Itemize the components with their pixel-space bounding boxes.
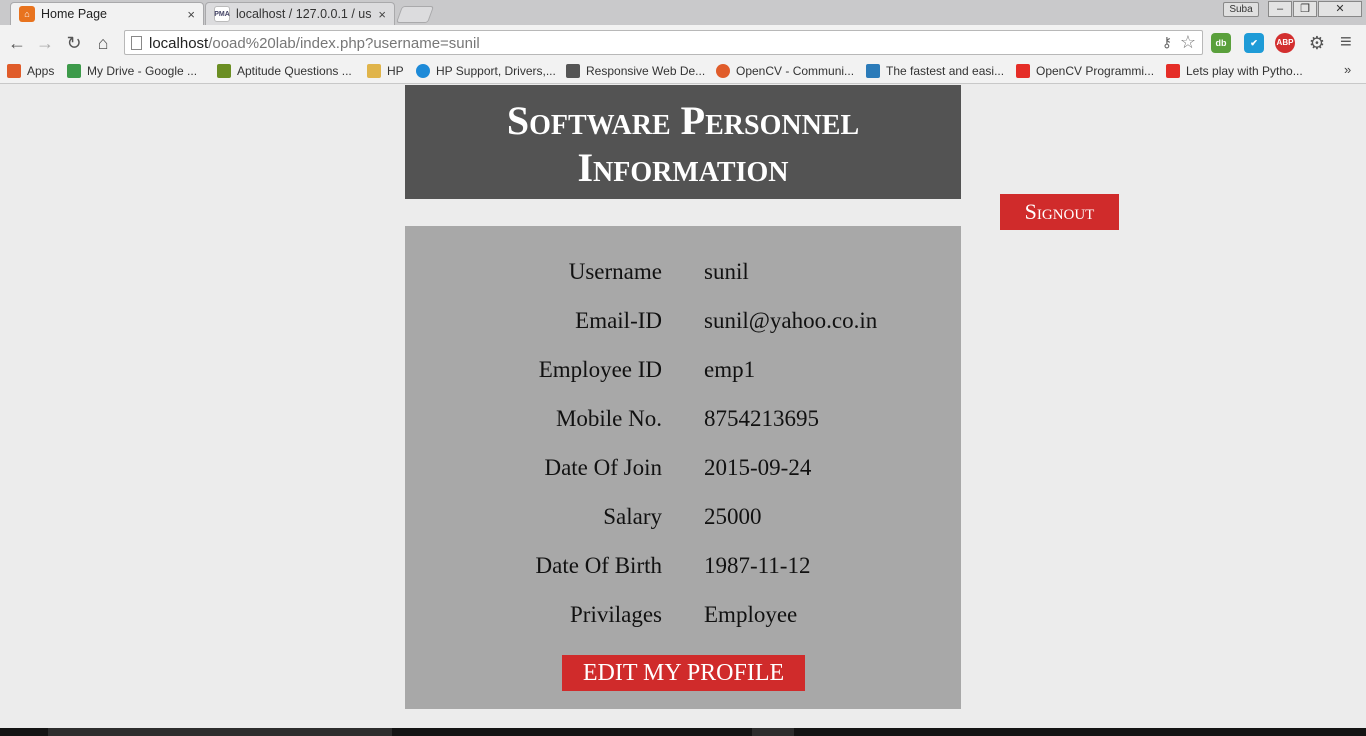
bookmark-my-drive[interactable]: My Drive - Google ... bbox=[67, 62, 197, 80]
adblock-plus-icon[interactable]: ABP bbox=[1275, 33, 1295, 53]
back-arrow-icon[interactable]: ← bbox=[6, 32, 28, 54]
page-title: Software Personnel Information bbox=[405, 85, 961, 199]
field-value: 2015-09-24 bbox=[704, 455, 812, 480]
bookmark-responsive-web[interactable]: Responsive Web De... bbox=[566, 62, 705, 80]
field-value: emp1 bbox=[704, 357, 756, 382]
bookmark-fastest-easiest[interactable]: The fastest and easi... bbox=[866, 62, 1004, 80]
field-label: Employee ID bbox=[538, 357, 662, 382]
bookmark-hp-support[interactable]: HP Support, Drivers,... bbox=[416, 62, 556, 80]
close-icon[interactable]: × bbox=[187, 7, 195, 22]
info-row-email: Email-ID sunil@yahoo.co.in bbox=[405, 308, 961, 338]
info-row-salary: Salary 25000 bbox=[405, 504, 961, 534]
apps-grid-icon bbox=[7, 64, 21, 78]
bookmark-hp-folder[interactable]: HP bbox=[367, 62, 404, 80]
field-value: 1987-11-12 bbox=[704, 553, 811, 578]
hamburger-menu-icon[interactable]: ≡ bbox=[1340, 31, 1352, 54]
field-value: sunil@yahoo.co.in bbox=[704, 308, 878, 333]
field-label: Privilages bbox=[570, 602, 662, 627]
gear-icon[interactable]: ⚙ bbox=[1306, 32, 1328, 54]
tab-title: Home Page bbox=[41, 7, 108, 21]
new-tab-button[interactable] bbox=[395, 6, 435, 23]
profile-badge[interactable]: Suba bbox=[1223, 2, 1259, 17]
folder-icon bbox=[367, 64, 381, 78]
info-row-username: Username sunil bbox=[405, 259, 961, 289]
info-row-date-of-join: Date Of Join 2015-09-24 bbox=[405, 455, 961, 485]
taskbar-item[interactable] bbox=[752, 728, 794, 736]
tab-home-page[interactable]: ⌂ Home Page × bbox=[10, 2, 204, 25]
reload-icon[interactable]: ↻ bbox=[63, 32, 85, 54]
info-row-privilages: Privilages Employee bbox=[405, 602, 961, 632]
tab-phpmyadmin[interactable]: PMA localhost / 127.0.0.1 / use × bbox=[205, 2, 395, 25]
page-title-line2: Information bbox=[577, 145, 789, 190]
info-row-date-of-birth: Date Of Birth 1987-11-12 bbox=[405, 553, 961, 583]
bookmarks-overflow-chevron-icon[interactable]: » bbox=[1344, 62, 1351, 77]
youtube-icon bbox=[1016, 64, 1030, 78]
page-content: Software Personnel Information Signout U… bbox=[0, 85, 1366, 728]
page-title-line1: Software Personnel bbox=[506, 98, 860, 143]
field-value: Employee bbox=[704, 602, 798, 627]
google-drive-icon bbox=[67, 64, 81, 78]
key-icon[interactable]: ⚷ bbox=[1162, 34, 1172, 51]
os-taskbar bbox=[0, 728, 1366, 736]
bookmark-aptitude[interactable]: Aptitude Questions ... bbox=[217, 62, 352, 80]
home-icon[interactable]: ⌂ bbox=[92, 32, 114, 54]
field-value: 8754213695 bbox=[704, 406, 819, 431]
hp-icon bbox=[416, 64, 430, 78]
personnel-info-panel: Username sunil Email-ID sunil@yahoo.co.i… bbox=[405, 226, 961, 709]
page-icon bbox=[131, 36, 142, 50]
address-url[interactable]: localhost/ooad%20lab/index.php?username=… bbox=[149, 35, 480, 52]
bookmark-opencv-community[interactable]: OpenCV - Communi... bbox=[716, 62, 854, 80]
bookmark-star-icon[interactable]: ☆ bbox=[1180, 32, 1196, 53]
taskbar-item[interactable] bbox=[48, 728, 392, 736]
field-value: 25000 bbox=[704, 504, 762, 529]
browser-tab-strip: ⌂ Home Page × PMA localhost / 127.0.0.1 … bbox=[0, 0, 1366, 25]
bookmark-opencv-programming[interactable]: OpenCV Programmi... bbox=[1016, 62, 1154, 80]
wordpress-icon bbox=[866, 64, 880, 78]
info-row-mobile: Mobile No. 8754213695 bbox=[405, 406, 961, 436]
field-label: Date Of Join bbox=[544, 455, 662, 480]
minimize-button[interactable]: – bbox=[1268, 1, 1292, 17]
opencv-icon bbox=[716, 64, 730, 78]
field-label: Date Of Birth bbox=[535, 553, 662, 578]
code-icon bbox=[566, 64, 580, 78]
dashlane-icon[interactable]: db bbox=[1211, 33, 1231, 53]
field-label: Mobile No. bbox=[555, 406, 662, 431]
signout-button[interactable]: Signout bbox=[1000, 194, 1119, 230]
field-label: Username bbox=[568, 259, 662, 284]
home-page-icon: ⌂ bbox=[19, 6, 35, 22]
address-bar[interactable]: localhost/ooad%20lab/index.php?username=… bbox=[124, 30, 1203, 55]
field-label: Email-ID bbox=[575, 308, 662, 333]
close-icon[interactable]: × bbox=[378, 7, 386, 22]
info-row-employee-id: Employee ID emp1 bbox=[405, 357, 961, 387]
checkmark-icon[interactable]: ✔ bbox=[1244, 33, 1264, 53]
restore-button[interactable]: ❐ bbox=[1293, 1, 1317, 17]
tab-title: localhost / 127.0.0.1 / use bbox=[236, 7, 373, 21]
bookmark-lets-play-python[interactable]: Lets play with Pytho... bbox=[1166, 62, 1303, 80]
aptitude-icon bbox=[217, 64, 231, 78]
close-window-button[interactable]: ✕ bbox=[1318, 1, 1362, 17]
field-label: Salary bbox=[603, 504, 662, 529]
forward-arrow-icon[interactable]: → bbox=[34, 32, 56, 54]
edit-profile-button[interactable]: EDIT MY PROFILE bbox=[562, 655, 805, 691]
phpmyadmin-icon: PMA bbox=[214, 6, 230, 22]
field-value: sunil bbox=[704, 259, 749, 284]
bookmark-apps[interactable]: Apps bbox=[7, 62, 54, 80]
youtube-icon bbox=[1166, 64, 1180, 78]
